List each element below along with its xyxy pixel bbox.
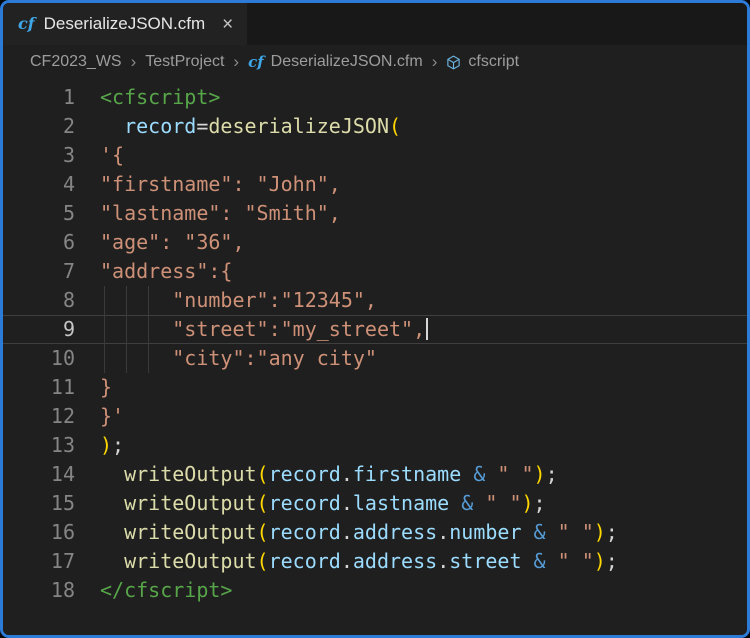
- code-line[interactable]: 15 writeOutput(record.lastname & " ");: [3, 489, 747, 518]
- line-number[interactable]: 13: [3, 431, 75, 460]
- line-number[interactable]: 18: [3, 576, 75, 605]
- indent-guide: [148, 315, 149, 344]
- breadcrumb-label: TestProject: [145, 53, 224, 71]
- breadcrumb-separator: ›: [131, 52, 137, 72]
- line-number[interactable]: 16: [3, 518, 75, 547]
- code-line[interactable]: 11}: [3, 373, 747, 402]
- text-cursor: [426, 318, 428, 340]
- code-text: '{: [100, 141, 124, 170]
- line-number[interactable]: 2: [3, 112, 75, 141]
- breadcrumb-label: DeserializeJSON.cfm: [271, 53, 423, 71]
- indent-guide: [126, 344, 127, 373]
- indent-guide: [126, 315, 127, 344]
- code-line[interactable]: 2 record=deserializeJSON(: [3, 112, 747, 141]
- vscode-window: cf DeserializeJSON.cfm × CF2023_WS › TestP…: [0, 0, 750, 638]
- line-number[interactable]: 17: [3, 547, 75, 576]
- breadcrumb-label: cfscript: [468, 53, 519, 71]
- indent-guide: [148, 286, 149, 315]
- line-number[interactable]: 8: [3, 286, 75, 315]
- line-number[interactable]: 3: [3, 141, 75, 170]
- coldfusion-file-icon: cf: [18, 16, 35, 32]
- line-number[interactable]: 14: [3, 460, 75, 489]
- code-line[interactable]: 1 <cfscript>: [3, 83, 747, 112]
- code-line[interactable]: 18 </cfscript>: [3, 576, 747, 605]
- code-text: record=deserializeJSON(: [100, 112, 401, 141]
- breadcrumb-item-cf2023-ws[interactable]: CF2023_WS: [30, 53, 122, 71]
- code-text: writeOutput(record.address.street & " ")…: [100, 547, 618, 576]
- code-line[interactable]: 14 writeOutput(record.firstname & " ");: [3, 460, 747, 489]
- breadcrumb-separator: ›: [233, 52, 239, 72]
- indent-guide: [104, 286, 105, 315]
- code-text: </cfscript>: [100, 576, 232, 605]
- code-text: "firstname": "John",: [100, 170, 341, 199]
- breadcrumb-item-cfscript[interactable]: cfscript: [446, 53, 519, 71]
- tab-bar: cf DeserializeJSON.cfm ×: [3, 3, 747, 45]
- line-number[interactable]: 12: [3, 402, 75, 431]
- code-line[interactable]: 9 "street":"my_street",: [3, 315, 747, 344]
- line-number[interactable]: 9: [3, 315, 75, 344]
- code-text: <cfscript>: [100, 83, 220, 112]
- code-line[interactable]: 13);: [3, 431, 747, 460]
- indent-guide: [104, 315, 105, 344]
- line-number[interactable]: 4: [3, 170, 75, 199]
- line-number[interactable]: 5: [3, 199, 75, 228]
- tab-close-icon[interactable]: ×: [222, 15, 233, 34]
- indent-guide: [148, 344, 149, 373]
- code-text: }: [100, 373, 112, 402]
- code-line[interactable]: 10 "city":"any city": [3, 344, 747, 373]
- code-line[interactable]: 3 '{: [3, 141, 747, 170]
- code-line[interactable]: 12 }': [3, 402, 747, 431]
- code-line[interactable]: 7 "address":{: [3, 257, 747, 286]
- code-text: writeOutput(record.address.number & " ")…: [100, 518, 618, 547]
- code-editor[interactable]: 1<cfscript>2 record=deserializeJSON(3'{4…: [3, 79, 747, 635]
- line-number[interactable]: 1: [3, 83, 75, 112]
- breadcrumb: CF2023_WS › TestProject › cf DeserializeJSON.…: [3, 45, 747, 79]
- indent-guide: [104, 344, 105, 373]
- code-text: writeOutput(record.firstname & " ");: [100, 460, 558, 489]
- breadcrumb-separator: ›: [432, 52, 438, 72]
- line-number[interactable]: 10: [3, 344, 75, 373]
- code-text: );: [100, 431, 124, 460]
- code-text: "street":"my_street",: [100, 315, 428, 344]
- line-number[interactable]: 7: [3, 257, 75, 286]
- tab-deserializejson-cfm[interactable]: cf DeserializeJSON.cfm ×: [3, 3, 247, 45]
- coldfusion-file-icon: cf: [248, 55, 264, 70]
- code-line[interactable]: 16 writeOutput(record.address.number & "…: [3, 518, 747, 547]
- code-line[interactable]: 4 "firstname": "John",: [3, 170, 747, 199]
- code-text: "lastname": "Smith",: [100, 199, 341, 228]
- code-text: writeOutput(record.lastname & " ");: [100, 489, 546, 518]
- line-number[interactable]: 15: [3, 489, 75, 518]
- code-text: "age": "36",: [100, 228, 245, 257]
- code-text: "city":"any city": [100, 344, 377, 373]
- code-lines: 1<cfscript>2 record=deserializeJSON(3'{4…: [3, 83, 747, 605]
- breadcrumb-label: CF2023_WS: [30, 53, 122, 71]
- cfscript-symbol-icon: [446, 55, 461, 70]
- tab-title: DeserializeJSON.cfm: [44, 14, 206, 34]
- code-line[interactable]: 17 writeOutput(record.address.street & "…: [3, 547, 747, 576]
- code-text: }': [100, 402, 124, 431]
- breadcrumb-item-deserializejson-cfm[interactable]: cf DeserializeJSON.cfm: [248, 53, 423, 71]
- code-line[interactable]: 6 "age": "36",: [3, 228, 747, 257]
- line-number[interactable]: 6: [3, 228, 75, 257]
- code-text: "number":"12345",: [100, 286, 377, 315]
- code-line[interactable]: 5 "lastname": "Smith",: [3, 199, 747, 228]
- code-text: "address":{: [100, 257, 232, 286]
- indent-guide: [126, 286, 127, 315]
- line-number[interactable]: 11: [3, 373, 75, 402]
- breadcrumb-item-testproject[interactable]: TestProject: [145, 53, 224, 71]
- code-line[interactable]: 8 "number":"12345",: [3, 286, 747, 315]
